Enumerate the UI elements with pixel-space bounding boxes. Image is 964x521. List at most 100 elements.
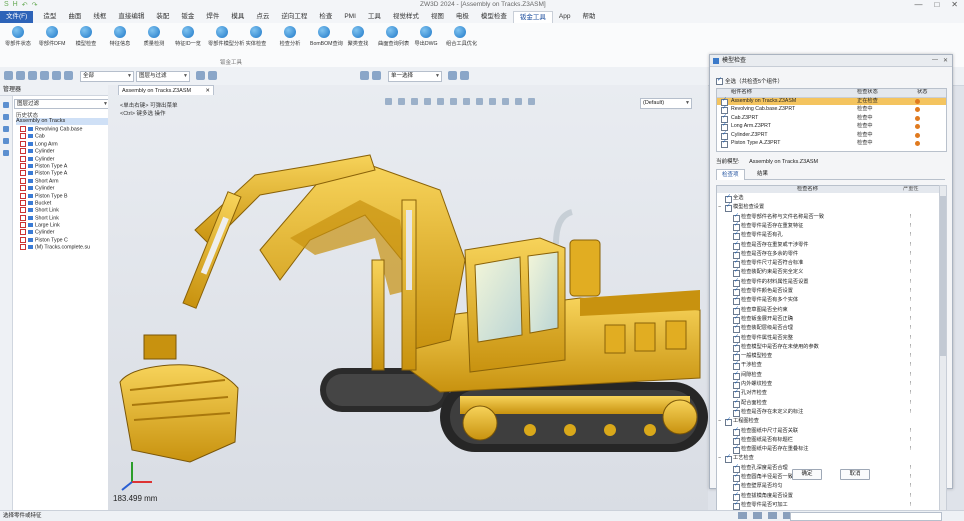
table-row[interactable]: Piston Type A.Z3PRT 检查中 [717,139,946,148]
zoom-icon[interactable] [398,98,405,105]
excavator-model[interactable] [110,120,710,470]
visibility-checkbox[interactable] [20,155,26,162]
item-checkbox[interactable] [733,371,740,380]
check-item-row[interactable]: 检查零部件名称与文件名称是否一致! [717,213,939,222]
item-checkbox[interactable] [733,482,740,492]
visibility-checkbox[interactable] [20,133,26,140]
measure-icon[interactable] [528,98,535,105]
section-icon[interactable] [437,98,444,105]
item-checkbox[interactable] [725,454,732,464]
redo-icon[interactable] [28,71,37,80]
item-checkbox[interactable] [733,222,740,231]
item-checkbox[interactable] [733,231,740,241]
ribbon-button[interactable]: 特征信息 [106,26,134,47]
item-checkbox[interactable] [733,250,740,259]
menu-tab[interactable]: 文件(F) [0,11,34,23]
render-icon[interactable] [448,71,457,80]
item-checkbox[interactable] [733,389,740,399]
tree-item[interactable]: Cab [20,133,106,140]
visibility-checkbox[interactable] [20,148,26,155]
item-checkbox[interactable] [725,194,732,203]
check-item-row[interactable]: 检查模型中是否存在未使用的参数! [717,343,939,352]
tree-item[interactable]: Bucket [20,199,106,207]
view-icon[interactable] [360,71,369,80]
check-item-row[interactable]: 检查零件尺寸是否符合标准! [717,259,939,269]
select-all-row[interactable]: 全选（共检查5个组件） [716,76,783,85]
visibility-checkbox[interactable] [20,185,26,192]
visibility-checkbox[interactable] [20,192,26,199]
visibility-checkbox[interactable] [20,244,26,251]
item-checkbox[interactable] [733,334,740,343]
tree-item[interactable]: Piston Type A [20,162,106,170]
quick-access-toolbar[interactable]: S H ↶ ↷ [4,1,37,9]
item-checkbox[interactable] [733,427,740,436]
item-checkbox[interactable] [733,213,740,222]
ribbon-button[interactable]: 模型检查 [72,26,100,47]
expand-icon[interactable]: − [718,418,721,425]
check-item-row[interactable]: 检查零件颜色是否设置! [717,287,939,296]
select-all-checkbox[interactable] [716,76,723,85]
check-item-row[interactable]: 检查拔模角度是否设置! [717,492,939,501]
fit-view-icon[interactable] [385,98,392,105]
filter-combo[interactable]: 全部 ▼ [80,71,134,82]
menu-tab[interactable]: 直接编辑 [112,11,150,23]
tree-filter-combo[interactable]: 图层过滤 ▼ [14,99,110,109]
visibility-checkbox[interactable] [20,207,26,214]
table-row[interactable]: Revolving Cab.base.Z3PRT 检查中 [717,105,946,114]
grid-icon[interactable] [208,71,217,80]
window-controls[interactable]: — □ ✕ [914,0,958,9]
check-item-row[interactable]: 检查圆角半径是否一致! [717,473,939,482]
ribbon-button[interactable]: 质量检测 [140,26,168,47]
menu-tab[interactable]: 曲面 [62,11,87,23]
property-tab-icon[interactable] [3,150,9,156]
check-group-row[interactable]: − 工程图检查 [717,417,939,427]
menu-tab[interactable]: 视图 [425,11,450,23]
check-item-row[interactable]: 干涉检查! [717,361,939,371]
ribbon-button[interactable]: 零部件模型分析 [208,26,244,47]
shade-icon[interactable] [460,71,469,80]
check-item-row[interactable]: 检查零件属性是否完整! [717,334,939,343]
expand-icon[interactable]: − [718,455,721,462]
check-group-row[interactable]: − 模型检查设置 [717,203,939,213]
tree-item[interactable]: Piston Type A [20,170,106,177]
item-checkbox[interactable] [733,259,740,269]
visibility-checkbox[interactable] [20,229,26,236]
check-item-row[interactable]: 检查装配层级是否合理! [717,324,939,334]
orient-icon[interactable] [502,98,509,105]
camera-icon[interactable] [515,98,522,105]
dialog-controls[interactable]: — ✕ [932,57,948,64]
check-item-row[interactable]: 检查图纸是否有标题栏! [717,436,939,445]
item-checkbox[interactable] [733,278,740,287]
item-checkbox[interactable] [733,492,740,501]
visibility-checkbox[interactable] [20,236,26,243]
select-icon[interactable] [40,71,49,80]
check-item-row[interactable]: 检查零件是否存在重复特征! [717,222,939,231]
filter-icon[interactable] [64,71,73,80]
table-row[interactable]: Long Arm.Z3PRT 检查中 [717,122,946,131]
visibility-checkbox[interactable] [20,140,26,147]
menu-tab[interactable]: PMI [338,11,362,23]
expand-icon[interactable]: − [718,204,721,211]
visibility-checkbox[interactable] [20,222,26,229]
check-item-row[interactable]: 孔对齐检查! [717,389,939,399]
material-icon[interactable] [476,98,483,105]
item-checkbox[interactable] [733,501,740,510]
quick-access-button[interactable]: S [4,1,9,9]
check-item-row[interactable]: 检查零件是否有孔! [717,231,939,241]
check-item-row[interactable]: 一般模型检查! [717,352,939,362]
table-row[interactable]: Cab.Z3PRT 检查中 [717,114,946,123]
item-checkbox[interactable] [725,417,732,427]
item-checkbox[interactable] [733,464,740,473]
check-subtab[interactable]: 检查项 [716,169,745,180]
ribbon-button[interactable]: 组合工具优化 [446,26,477,47]
menu-tab[interactable]: 钣金 [175,11,200,23]
snap-icon[interactable] [196,71,205,80]
window-control-button[interactable]: ✕ [951,0,958,9]
item-checkbox[interactable] [733,343,740,352]
menu-tab[interactable]: 造型 [37,11,62,23]
rotate-icon[interactable] [411,98,418,105]
row-checkbox[interactable] [721,139,728,148]
check-item-row[interactable]: 检查零件是否有多个实体! [717,296,939,306]
menu-icon[interactable] [4,71,13,80]
close-icon[interactable]: ✕ [205,86,210,96]
